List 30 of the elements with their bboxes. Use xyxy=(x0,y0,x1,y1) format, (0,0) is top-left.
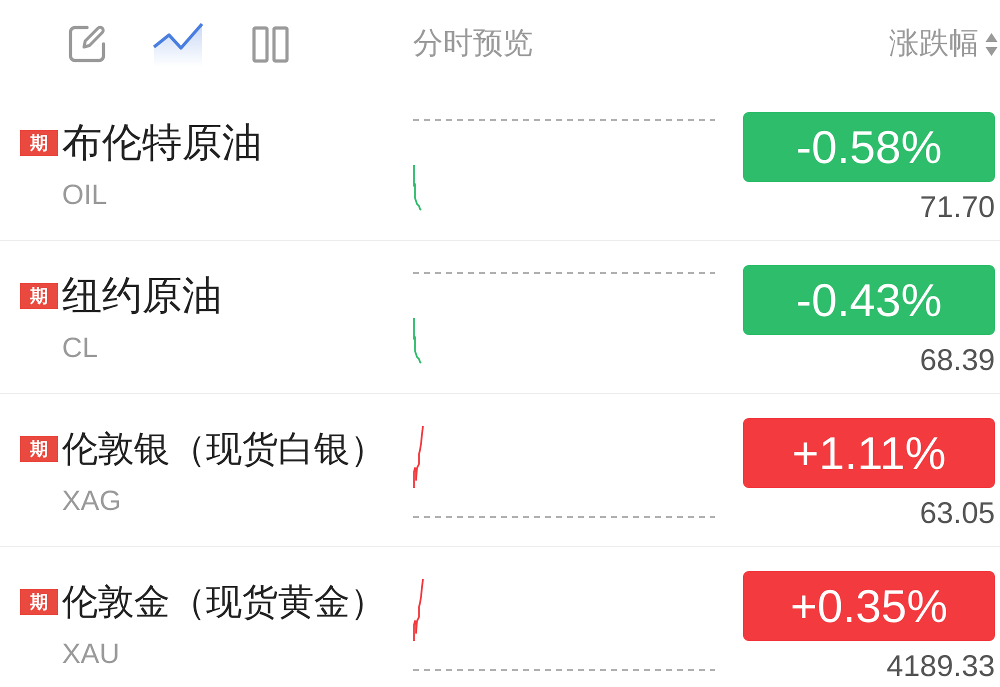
toolbar-button[interactable] xyxy=(252,26,289,62)
quote-row[interactable]: 期 伦敦金（现货黄金） XAU +0.35% 4189.33 xyxy=(0,547,1000,687)
last-price: 68.39 xyxy=(920,344,995,378)
quote-row[interactable]: 期 伦敦银（现货白银） XAG +1.11% 63.05 xyxy=(0,394,1000,547)
instrument-name: 纽约原油 xyxy=(62,274,222,318)
instrument-name: 伦敦金（现货黄金） xyxy=(62,580,386,624)
instrument-code: XAG xyxy=(62,484,122,518)
futures-badge: 期 xyxy=(20,589,58,615)
last-price: 71.70 xyxy=(920,191,995,225)
edit-icon xyxy=(67,24,107,64)
last-price: 4189.33 xyxy=(886,650,995,684)
futures-badge: 期 xyxy=(20,436,58,462)
change-percent: -0.58% xyxy=(743,112,995,182)
last-price: 63.05 xyxy=(920,497,995,531)
change-percent: -0.43% xyxy=(743,265,995,335)
instrument-name: 伦敦银（现货白银） xyxy=(62,427,386,471)
column-header: 分时预览 xyxy=(413,26,533,62)
change-percent: +1.11% xyxy=(743,418,995,488)
change-percent: +0.35% xyxy=(743,571,995,641)
instrument-name: 布伦特原油 xyxy=(62,121,262,165)
quote-row[interactable]: 期 布伦特原油 OIL -0.58% 71.70 xyxy=(0,88,1000,241)
instrument-code: OIL xyxy=(62,178,108,212)
instrument-code: CL xyxy=(62,331,98,365)
toolbar-button[interactable] xyxy=(67,24,107,64)
quote-row[interactable]: 期 纽约原油 CL -0.43% 68.39 xyxy=(0,241,1000,394)
futures-badge: 期 xyxy=(20,283,58,309)
instrument-code: XAU xyxy=(62,637,120,671)
futures-badge: 期 xyxy=(20,130,58,156)
columns-icon xyxy=(252,26,289,62)
sort-icon xyxy=(985,32,998,56)
